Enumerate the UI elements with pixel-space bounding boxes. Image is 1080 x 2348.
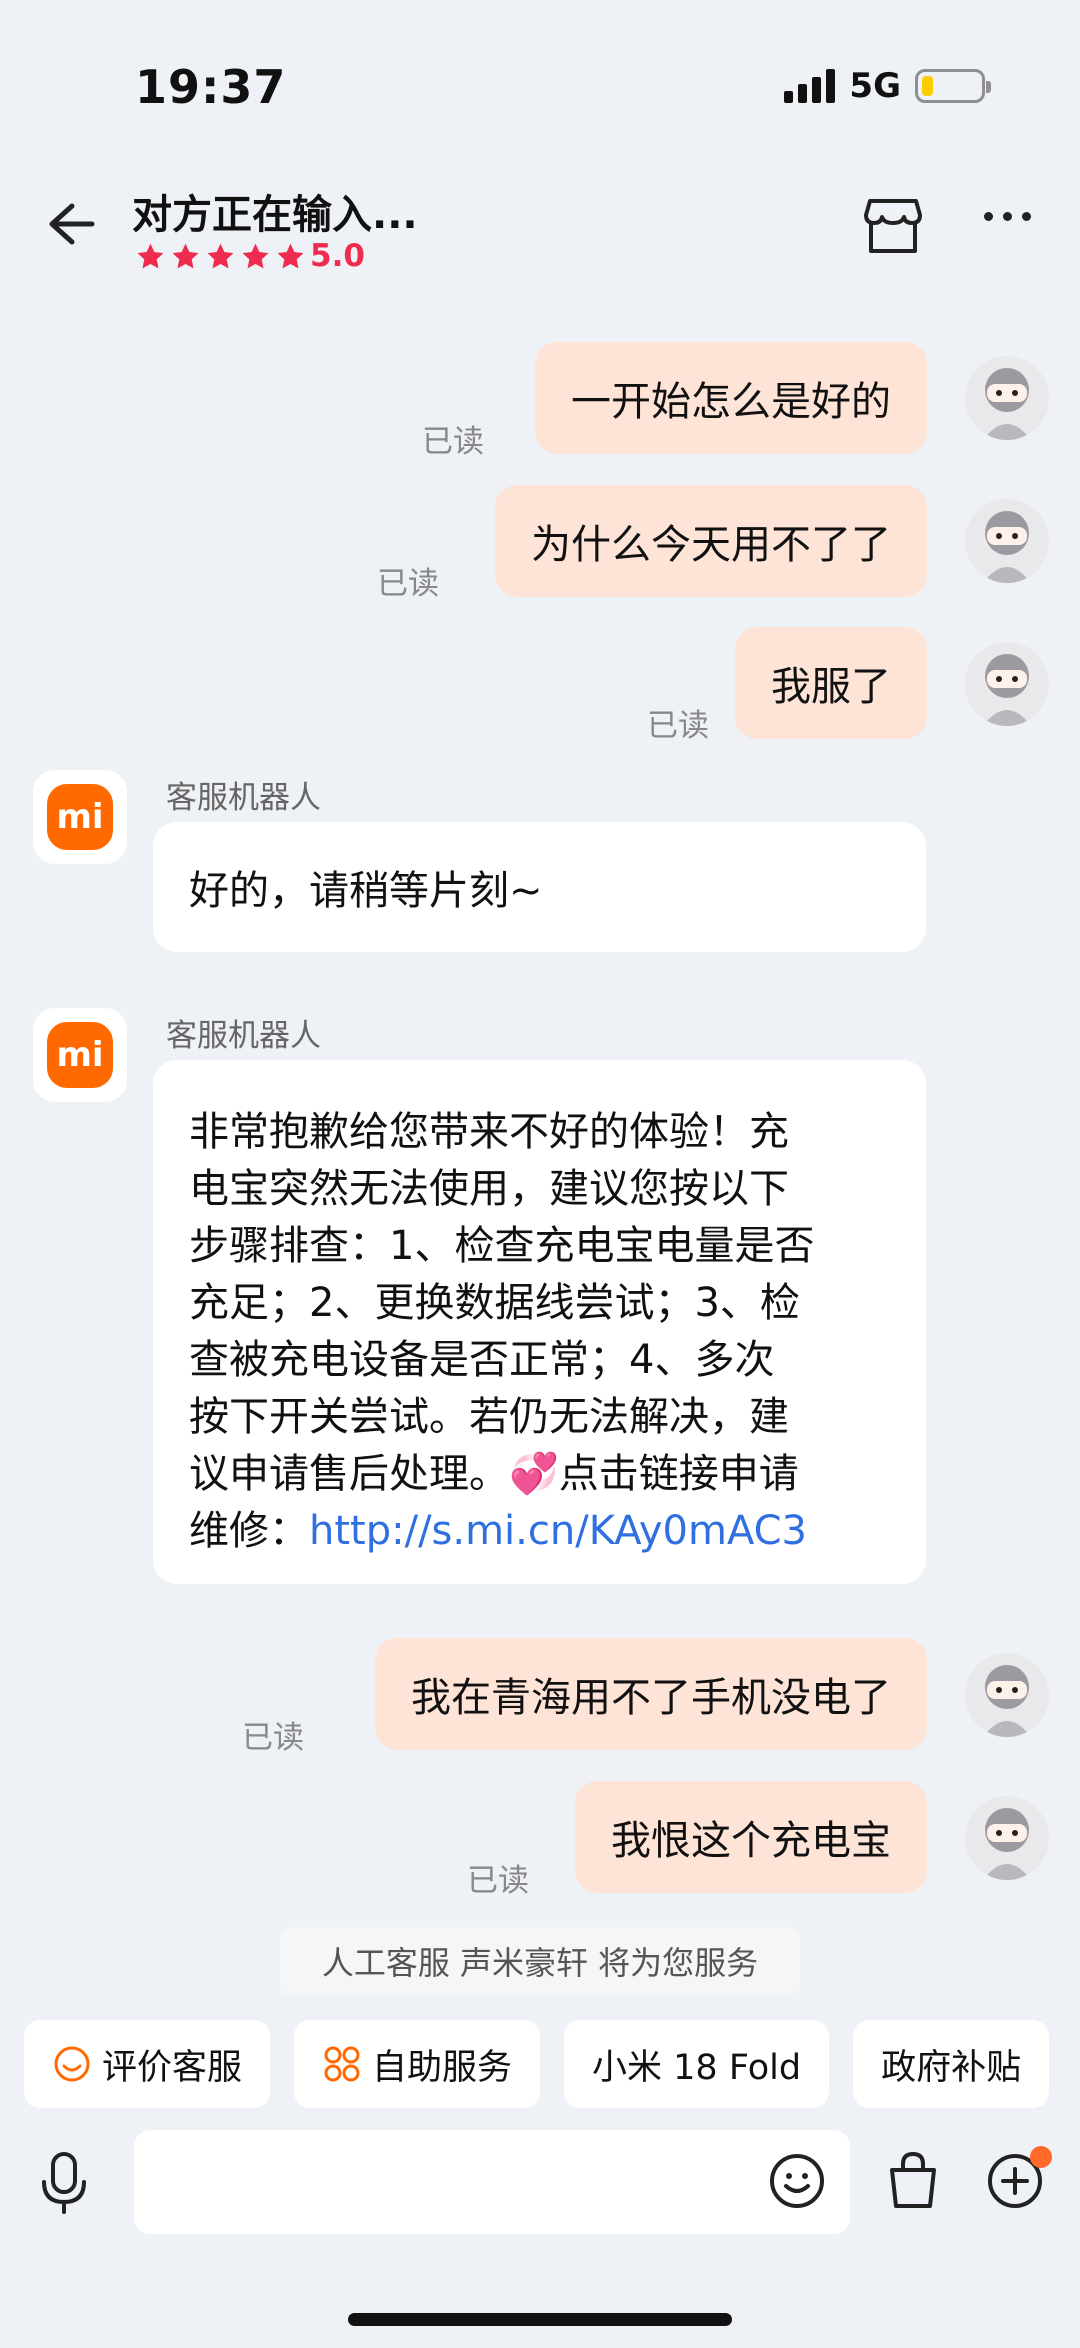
read-receipt: 已读: [422, 424, 484, 460]
rating-value: 5.0: [310, 238, 365, 274]
user-avatar[interactable]: [965, 642, 1049, 726]
user-avatar[interactable]: [965, 1796, 1049, 1880]
message-line: 查被充电设备是否正常；4、多次: [189, 1337, 775, 1383]
service-handoff-note: 人工客服 声米豪轩 将为您服务: [280, 1927, 800, 1995]
back-arrow-icon[interactable]: [42, 196, 98, 252]
star-icon: [172, 243, 199, 268]
star-icon: [207, 243, 234, 268]
rating: 5.0: [135, 238, 365, 274]
emoji-icon[interactable]: [768, 2152, 826, 2210]
user-avatar[interactable]: [965, 356, 1049, 440]
chip-label: 小米 18 Fold: [592, 2047, 802, 2088]
message-line: 议申请售后处理。💞点击链接申请: [189, 1451, 799, 1497]
message-line: 维修：: [189, 1508, 309, 1554]
chip-government-subsidy[interactable]: 政府补贴: [853, 2020, 1050, 2108]
bot-avatar[interactable]: mi: [33, 1008, 127, 1102]
chip-label: 自助服务: [372, 2047, 513, 2088]
status-indicators: 5G: [784, 66, 991, 106]
bot-avatar[interactable]: mi: [33, 770, 127, 864]
bot-name: 客服机器人: [166, 1018, 321, 1054]
star-icon: [277, 243, 304, 268]
grid-icon: [324, 2046, 360, 2082]
star-icon: [137, 243, 164, 268]
outgoing-message[interactable]: 一开始怎么是好的: [535, 342, 927, 454]
home-indicator[interactable]: [348, 2313, 732, 2326]
bot-name: 客服机器人: [166, 780, 321, 816]
user-avatar[interactable]: [965, 499, 1049, 583]
battery-icon: [915, 69, 991, 103]
store-icon[interactable]: [862, 195, 924, 257]
read-receipt: 已读: [467, 1863, 529, 1899]
network-type: 5G: [849, 66, 901, 106]
message-line: 按下开关尝试。若仍无法解决，建: [189, 1394, 789, 1440]
signal-icon: [784, 69, 836, 103]
chip-rate-service[interactable]: 评价客服: [24, 2020, 271, 2108]
mi-logo-icon: mi: [47, 1022, 113, 1088]
chip-label: 政府补贴: [881, 2047, 1022, 2088]
incoming-message[interactable]: 好的，请稍等片刻~: [153, 822, 926, 952]
chip-label: 评价客服: [102, 2047, 243, 2088]
outgoing-message[interactable]: 我恨这个充电宝: [575, 1781, 927, 1893]
more-options-icon[interactable]: [984, 212, 1031, 221]
shopping-bag-icon[interactable]: [884, 2150, 942, 2210]
notification-dot: [1030, 2146, 1052, 2168]
read-receipt: 已读: [647, 708, 709, 744]
chip-self-service[interactable]: 自助服务: [294, 2020, 541, 2108]
read-receipt: 已读: [242, 1720, 304, 1756]
smile-icon: [54, 2046, 90, 2082]
chat-title: 对方正在输入...: [132, 192, 418, 238]
outgoing-message[interactable]: 我在青海用不了手机没电了: [375, 1638, 927, 1750]
repair-link[interactable]: http://s.mi.cn/KAy0mAC3: [309, 1508, 807, 1554]
chip-xiaomi-18-fold[interactable]: 小米 18 Fold: [564, 2020, 830, 2108]
quick-actions: 评价客服 自助服务 小米 18 Fold 政府补贴: [24, 2020, 1050, 2108]
message-line: 电宝突然无法使用，建议您按以下: [189, 1166, 789, 1212]
outgoing-message[interactable]: 为什么今天用不了了: [495, 485, 927, 597]
message-input[interactable]: [134, 2130, 850, 2234]
outgoing-message[interactable]: 我服了: [735, 627, 927, 739]
read-receipt: 已读: [377, 566, 439, 602]
message-line: 非常抱歉给您带来不好的体验！充: [189, 1109, 789, 1155]
mi-logo-icon: mi: [47, 784, 113, 850]
status-time: 19:37: [135, 60, 287, 114]
microphone-icon[interactable]: [36, 2150, 92, 2216]
message-line: 步骤排查：1、检查充电宝电量是否: [189, 1223, 815, 1269]
star-icon: [242, 243, 269, 268]
incoming-message[interactable]: 非常抱歉给您带来不好的体验！充 电宝突然无法使用，建议您按以下 步骤排查：1、检…: [153, 1060, 926, 1584]
message-line: 充足；2、更换数据线尝试；3、检: [189, 1280, 800, 1326]
user-avatar[interactable]: [965, 1653, 1049, 1737]
